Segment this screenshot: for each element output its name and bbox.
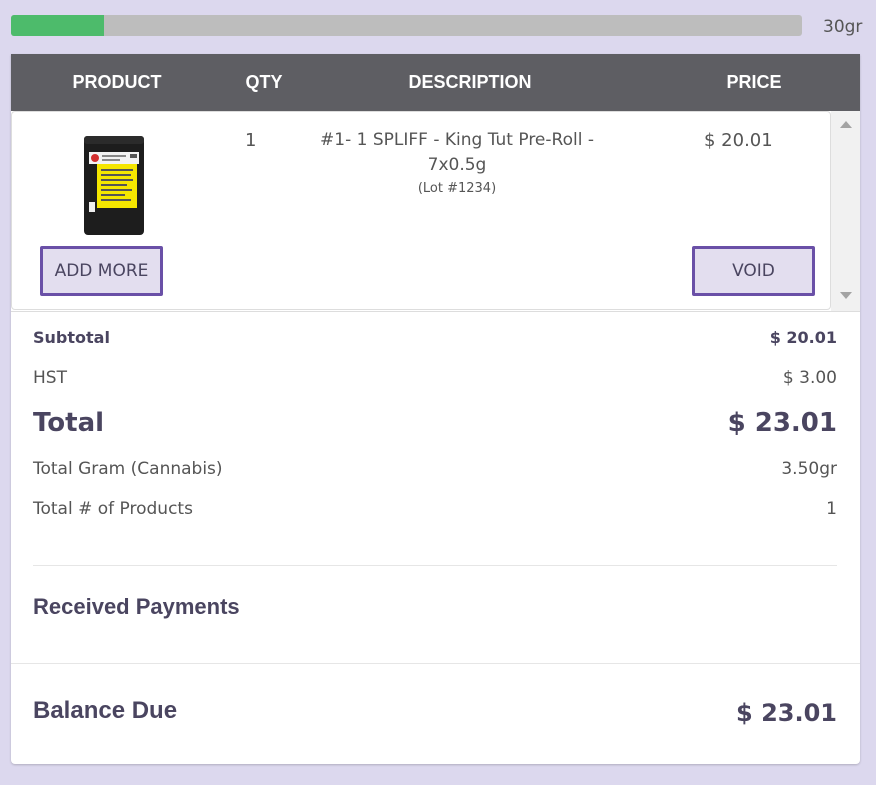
cart-item-qty: 1 xyxy=(245,130,257,151)
cart-item-description-line1: #1- 1 SPLIFF - King Tut Pre-Roll - xyxy=(320,130,594,150)
void-button[interactable]: VOID xyxy=(692,246,815,296)
scroll-down-arrow-icon[interactable] xyxy=(840,292,852,299)
cart-item-description-line2: 7x0.5g xyxy=(427,155,487,175)
product-pouch-icon xyxy=(84,136,144,235)
balance-due-label: Balance Due xyxy=(33,697,178,724)
add-more-button[interactable]: ADD MORE xyxy=(40,246,163,296)
cart-panel: PRODUCT QTY DESCRIPTION PRICE 1 #1- 1 SP… xyxy=(11,54,860,764)
cart-items-list: 1 #1- 1 SPLIFF - King Tut Pre-Roll - 7x0… xyxy=(11,111,860,312)
total-value: $ 23.01 xyxy=(727,408,837,438)
header-price: PRICE xyxy=(726,72,782,92)
subtotal-value: $ 20.01 xyxy=(769,328,837,347)
header-product: PRODUCT xyxy=(72,72,162,92)
header-qty: QTY xyxy=(245,72,283,92)
cart-item: 1 #1- 1 SPLIFF - King Tut Pre-Roll - 7x0… xyxy=(11,111,831,310)
cart-table-header: PRODUCT QTY DESCRIPTION PRICE xyxy=(11,54,860,111)
divider xyxy=(11,663,860,664)
balance-due-value: $ 23.01 xyxy=(736,699,837,727)
cart-scrollbar[interactable] xyxy=(831,111,860,311)
cart-item-lot: (Lot #1234) xyxy=(417,181,497,196)
cannabis-limit-label: 30gr xyxy=(823,17,863,37)
total-products-value: 1 xyxy=(826,499,837,519)
cart-item-description: #1- 1 SPLIFF - King Tut Pre-Roll - 7x0.5… xyxy=(307,128,607,200)
subtotal-label: Subtotal xyxy=(33,328,110,347)
hst-value: $ 3.00 xyxy=(782,368,837,388)
cart-item-price: $ 20.01 xyxy=(704,130,773,151)
cannabis-limit-progress-fill xyxy=(11,15,104,36)
total-gram-value: 3.50gr xyxy=(781,459,837,479)
total-gram-label: Total Gram (Cannabis) xyxy=(33,459,223,479)
cannabis-limit-progress-bar xyxy=(11,15,802,36)
total-label: Total xyxy=(33,408,105,438)
divider xyxy=(33,565,837,566)
received-payments-title: Received Payments xyxy=(33,594,240,619)
total-products-label: Total # of Products xyxy=(33,499,193,519)
scroll-up-arrow-icon[interactable] xyxy=(840,121,852,128)
header-description: DESCRIPTION xyxy=(408,72,532,92)
hst-label: HST xyxy=(33,368,67,388)
